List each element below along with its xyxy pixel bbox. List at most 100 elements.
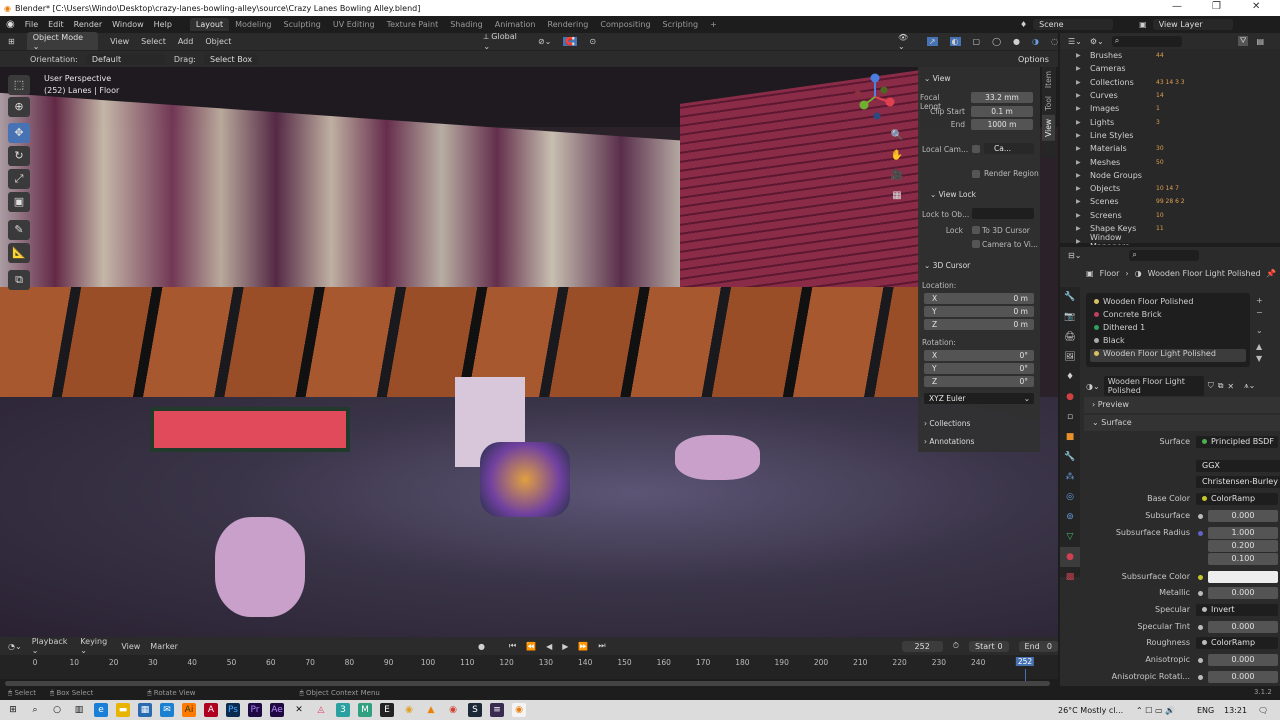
expand-arrow-icon[interactable]: ▶ bbox=[1076, 52, 1084, 59]
material-slot[interactable]: Black bbox=[1090, 336, 1246, 349]
shader-link-field[interactable]: ColorRamp bbox=[1196, 637, 1278, 649]
lock-to-cursor-checkbox[interactable] bbox=[972, 226, 980, 234]
app-icon-2[interactable]: ◬ bbox=[314, 703, 328, 717]
outliner-item[interactable]: ▶ Curves 14 bbox=[1060, 89, 1280, 102]
menu-view[interactable]: View bbox=[121, 642, 140, 651]
browse-material-icon[interactable]: ◑⌄ bbox=[1086, 382, 1100, 391]
tab-layout[interactable]: Layout bbox=[189, 18, 230, 31]
gizmo-y-axis[interactable] bbox=[859, 100, 869, 110]
expand-arrow-icon[interactable]: ▶ bbox=[1076, 119, 1084, 126]
epic-games-icon[interactable]: E bbox=[380, 703, 394, 717]
shading-rendered-icon[interactable]: ◌ bbox=[1051, 37, 1058, 46]
material-tab-icon[interactable]: ● bbox=[1060, 547, 1080, 567]
number-field[interactable]: 0.000 bbox=[1208, 587, 1278, 599]
menu-help[interactable]: Help bbox=[154, 20, 172, 29]
new-collection-icon[interactable]: ▤ bbox=[1256, 37, 1264, 46]
outliner-item[interactable]: ▶ Materials 30 bbox=[1060, 142, 1280, 155]
3d-cursor-header[interactable]: ⌄ 3D Cursor bbox=[918, 258, 976, 273]
expand-arrow-icon[interactable]: ▶ bbox=[1076, 212, 1084, 219]
close-button[interactable]: ✕ bbox=[1252, 1, 1260, 12]
material-slot[interactable]: Dithered 1 bbox=[1090, 323, 1246, 336]
focal-length-field[interactable]: 33.2 mm bbox=[971, 92, 1033, 103]
tab-scripting[interactable]: Scripting bbox=[657, 18, 705, 31]
cursor-rotation-z[interactable]: Z 0° bbox=[924, 376, 1034, 387]
number-field[interactable]: 0.000 bbox=[1208, 654, 1278, 666]
fake-user-icon[interactable]: ⛉ bbox=[1208, 381, 1214, 391]
scene-tab-icon[interactable]: ♦ bbox=[1060, 367, 1080, 387]
menu-object[interactable]: Object bbox=[205, 37, 231, 46]
number-field[interactable]: 0.200 bbox=[1208, 540, 1278, 552]
annotate-tool-icon[interactable]: ✎ bbox=[8, 220, 30, 240]
render-region-checkbox[interactable] bbox=[972, 170, 980, 178]
menu-view[interactable]: View bbox=[110, 37, 129, 46]
scene-icon[interactable]: ♦ bbox=[1020, 20, 1027, 29]
tab-sculpting[interactable]: Sculpting bbox=[278, 18, 327, 31]
outliner-item[interactable]: ▶ Images 1 bbox=[1060, 102, 1280, 115]
outliner-item[interactable]: ▶ Objects 10 14 7 bbox=[1060, 182, 1280, 195]
gizmo-z-axis[interactable] bbox=[870, 73, 880, 83]
zoom-icon[interactable]: 🔍 bbox=[890, 130, 904, 144]
view-section-header[interactable]: ⌄ View bbox=[918, 71, 956, 86]
rotation-mode-dropdown[interactable]: XYZ Euler ⌄ bbox=[924, 393, 1034, 404]
physics-tab-icon[interactable]: ◎ bbox=[1060, 487, 1080, 507]
mode-dropdown[interactable]: Object Mode ⌄ bbox=[26, 31, 99, 52]
photoshop-icon[interactable]: Ps bbox=[226, 703, 240, 717]
tab-tool[interactable]: Tool bbox=[1042, 92, 1055, 115]
cursor-rotation-y[interactable]: Y 0° bbox=[924, 363, 1034, 374]
transform-tool-icon[interactable]: ▣ bbox=[8, 192, 30, 212]
weather-widget[interactable]: 26°C Mostly cl... bbox=[1058, 706, 1123, 715]
overlay-toggle-icon[interactable]: ◐ bbox=[949, 37, 961, 46]
view-layer-icon[interactable]: ▣ bbox=[1139, 20, 1147, 29]
app-icon-4[interactable]: M bbox=[358, 703, 372, 717]
number-field[interactable]: 0.100 bbox=[1208, 553, 1278, 565]
vlc-icon[interactable]: ▲ bbox=[424, 703, 438, 717]
menu-window[interactable]: Window bbox=[112, 20, 144, 29]
expand-arrow-icon[interactable]: ▶ bbox=[1076, 132, 1084, 139]
number-field[interactable]: 0.000 bbox=[1208, 671, 1278, 683]
move-tool-icon[interactable]: ✥ bbox=[8, 123, 30, 143]
scale-tool-icon[interactable]: ⤢ bbox=[8, 169, 30, 189]
start-frame-field[interactable]: Start 0 bbox=[969, 640, 1009, 652]
maximize-button[interactable]: ❐ bbox=[1212, 1, 1221, 12]
prev-keyframe-button[interactable]: ⏪ bbox=[526, 642, 536, 651]
color-swatch[interactable] bbox=[1208, 571, 1278, 583]
shading-material-icon[interactable]: ◑ bbox=[1032, 37, 1039, 46]
number-field[interactable]: 1.000 bbox=[1208, 527, 1278, 539]
menu-edit[interactable]: Edit bbox=[48, 20, 64, 29]
display-mode-icon[interactable]: ☰⌄ bbox=[1068, 37, 1082, 46]
output-tab-icon[interactable]: 🖨 bbox=[1060, 327, 1080, 347]
scene-field[interactable]: Scene bbox=[1033, 19, 1114, 30]
xray-icon[interactable]: ▢ bbox=[973, 37, 981, 46]
expand-arrow-icon[interactable]: ▶ bbox=[1076, 105, 1084, 112]
cursor-tool-icon[interactable]: ⊕ bbox=[8, 97, 30, 117]
tray-icons[interactable]: ⌃ ☐ ▭ 🔊 bbox=[1136, 706, 1175, 715]
select-box-tool-icon[interactable]: ⬚ bbox=[8, 75, 30, 95]
shader-link-field[interactable]: Principled BSDF bbox=[1196, 436, 1278, 448]
collection-tab-icon[interactable]: ▫ bbox=[1060, 407, 1080, 427]
mail-icon[interactable]: ✉ bbox=[160, 703, 174, 717]
local-camera-checkbox[interactable] bbox=[972, 145, 980, 153]
gizmo-toggle-icon[interactable]: ↗ bbox=[926, 37, 938, 46]
object-tab-icon[interactable]: ■ bbox=[1060, 427, 1080, 447]
expand-arrow-icon[interactable]: ▶ bbox=[1076, 92, 1084, 99]
clip-start-field[interactable]: 0.1 m bbox=[971, 106, 1033, 117]
steam-icon[interactable]: S bbox=[468, 703, 482, 717]
preview-panel-header[interactable]: › Preview bbox=[1084, 397, 1280, 413]
local-camera-field[interactable]: Ca... bbox=[984, 143, 1034, 154]
after-effects-icon[interactable]: Ae bbox=[270, 703, 284, 717]
pin-icon[interactable]: 📌 bbox=[1266, 269, 1276, 278]
play-button[interactable]: ▶ bbox=[562, 642, 568, 651]
outliner-item[interactable]: ▶ Brushes 44 bbox=[1060, 49, 1280, 62]
outliner-item[interactable]: ▶ Cameras bbox=[1060, 62, 1280, 75]
acrobat-icon[interactable]: A bbox=[204, 703, 218, 717]
ortho-grid-icon[interactable]: ▦ bbox=[890, 190, 904, 204]
chrome-icon-2[interactable]: ◉ bbox=[446, 703, 460, 717]
illustrator-icon[interactable]: Ai bbox=[182, 703, 196, 717]
unlink-material-icon[interactable]: ✕ bbox=[1227, 382, 1234, 391]
outliner-item[interactable]: ▶ Screens 10 bbox=[1060, 209, 1280, 222]
number-field[interactable]: 0.000 bbox=[1208, 510, 1278, 522]
options-dropdown[interactable]: Options bbox=[1012, 54, 1055, 65]
menu-keying[interactable]: Keying ⌄ bbox=[80, 637, 111, 655]
expand-arrow-icon[interactable]: ▶ bbox=[1076, 65, 1084, 72]
outliner-item[interactable]: ▶ Line Styles bbox=[1060, 129, 1280, 142]
